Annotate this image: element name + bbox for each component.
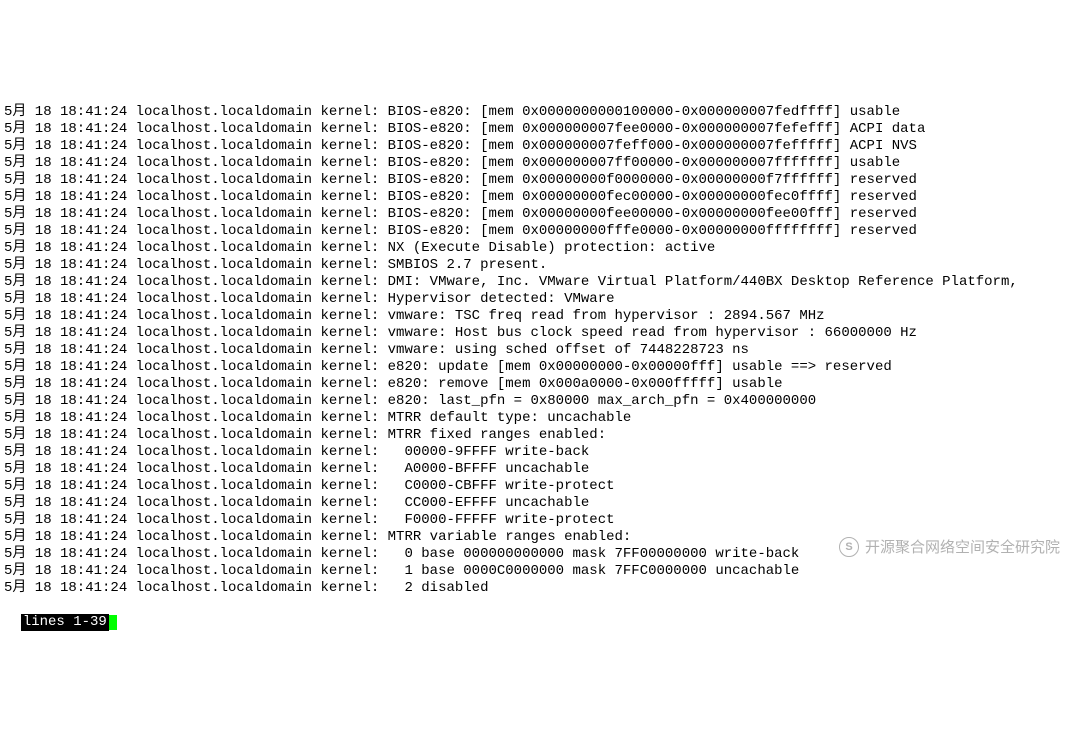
watermark-text: 开源聚合网络空间安全研究院 <box>865 539 1060 556</box>
log-line: 5月 18 18:41:24 localhost.localdomain ker… <box>4 274 1076 291</box>
log-line: 5月 18 18:41:24 localhost.localdomain ker… <box>4 512 1076 529</box>
log-line: 5月 18 18:41:24 localhost.localdomain ker… <box>4 172 1076 189</box>
log-line: 5月 18 18:41:24 localhost.localdomain ker… <box>4 291 1076 308</box>
log-line: 5月 18 18:41:24 localhost.localdomain ker… <box>4 393 1076 410</box>
log-line: 5月 18 18:41:24 localhost.localdomain ker… <box>4 461 1076 478</box>
log-lines-container: 5月 18 18:41:24 localhost.localdomain ker… <box>4 104 1076 597</box>
watermark: S 开源聚合网络空间安全研究院 <box>839 537 1060 557</box>
cursor <box>109 615 117 630</box>
log-line: 5月 18 18:41:24 localhost.localdomain ker… <box>4 427 1076 444</box>
log-line: 5月 18 18:41:24 localhost.localdomain ker… <box>4 206 1076 223</box>
log-line: 5月 18 18:41:24 localhost.localdomain ker… <box>4 155 1076 172</box>
log-line: 5月 18 18:41:24 localhost.localdomain ker… <box>4 257 1076 274</box>
log-line: 5月 18 18:41:24 localhost.localdomain ker… <box>4 121 1076 138</box>
log-line: 5月 18 18:41:24 localhost.localdomain ker… <box>4 563 1076 580</box>
log-line: 5月 18 18:41:24 localhost.localdomain ker… <box>4 444 1076 461</box>
log-line: 5月 18 18:41:24 localhost.localdomain ker… <box>4 104 1076 121</box>
log-line: 5月 18 18:41:24 localhost.localdomain ker… <box>4 495 1076 512</box>
log-line: 5月 18 18:41:24 localhost.localdomain ker… <box>4 342 1076 359</box>
log-line: 5月 18 18:41:24 localhost.localdomain ker… <box>4 138 1076 155</box>
log-line: 5月 18 18:41:24 localhost.localdomain ker… <box>4 580 1076 597</box>
watermark-icon: S <box>839 537 859 557</box>
log-line: 5月 18 18:41:24 localhost.localdomain ker… <box>4 478 1076 495</box>
log-line: 5月 18 18:41:24 localhost.localdomain ker… <box>4 359 1076 376</box>
log-line: 5月 18 18:41:24 localhost.localdomain ker… <box>4 325 1076 342</box>
log-line: 5月 18 18:41:24 localhost.localdomain ker… <box>4 376 1076 393</box>
log-line: 5月 18 18:41:24 localhost.localdomain ker… <box>4 240 1076 257</box>
log-line: 5月 18 18:41:24 localhost.localdomain ker… <box>4 410 1076 427</box>
log-line: 5月 18 18:41:24 localhost.localdomain ker… <box>4 223 1076 240</box>
log-line: 5月 18 18:41:24 localhost.localdomain ker… <box>4 189 1076 206</box>
pager-status: lines 1-39 <box>21 614 109 631</box>
log-line: 5月 18 18:41:24 localhost.localdomain ker… <box>4 308 1076 325</box>
